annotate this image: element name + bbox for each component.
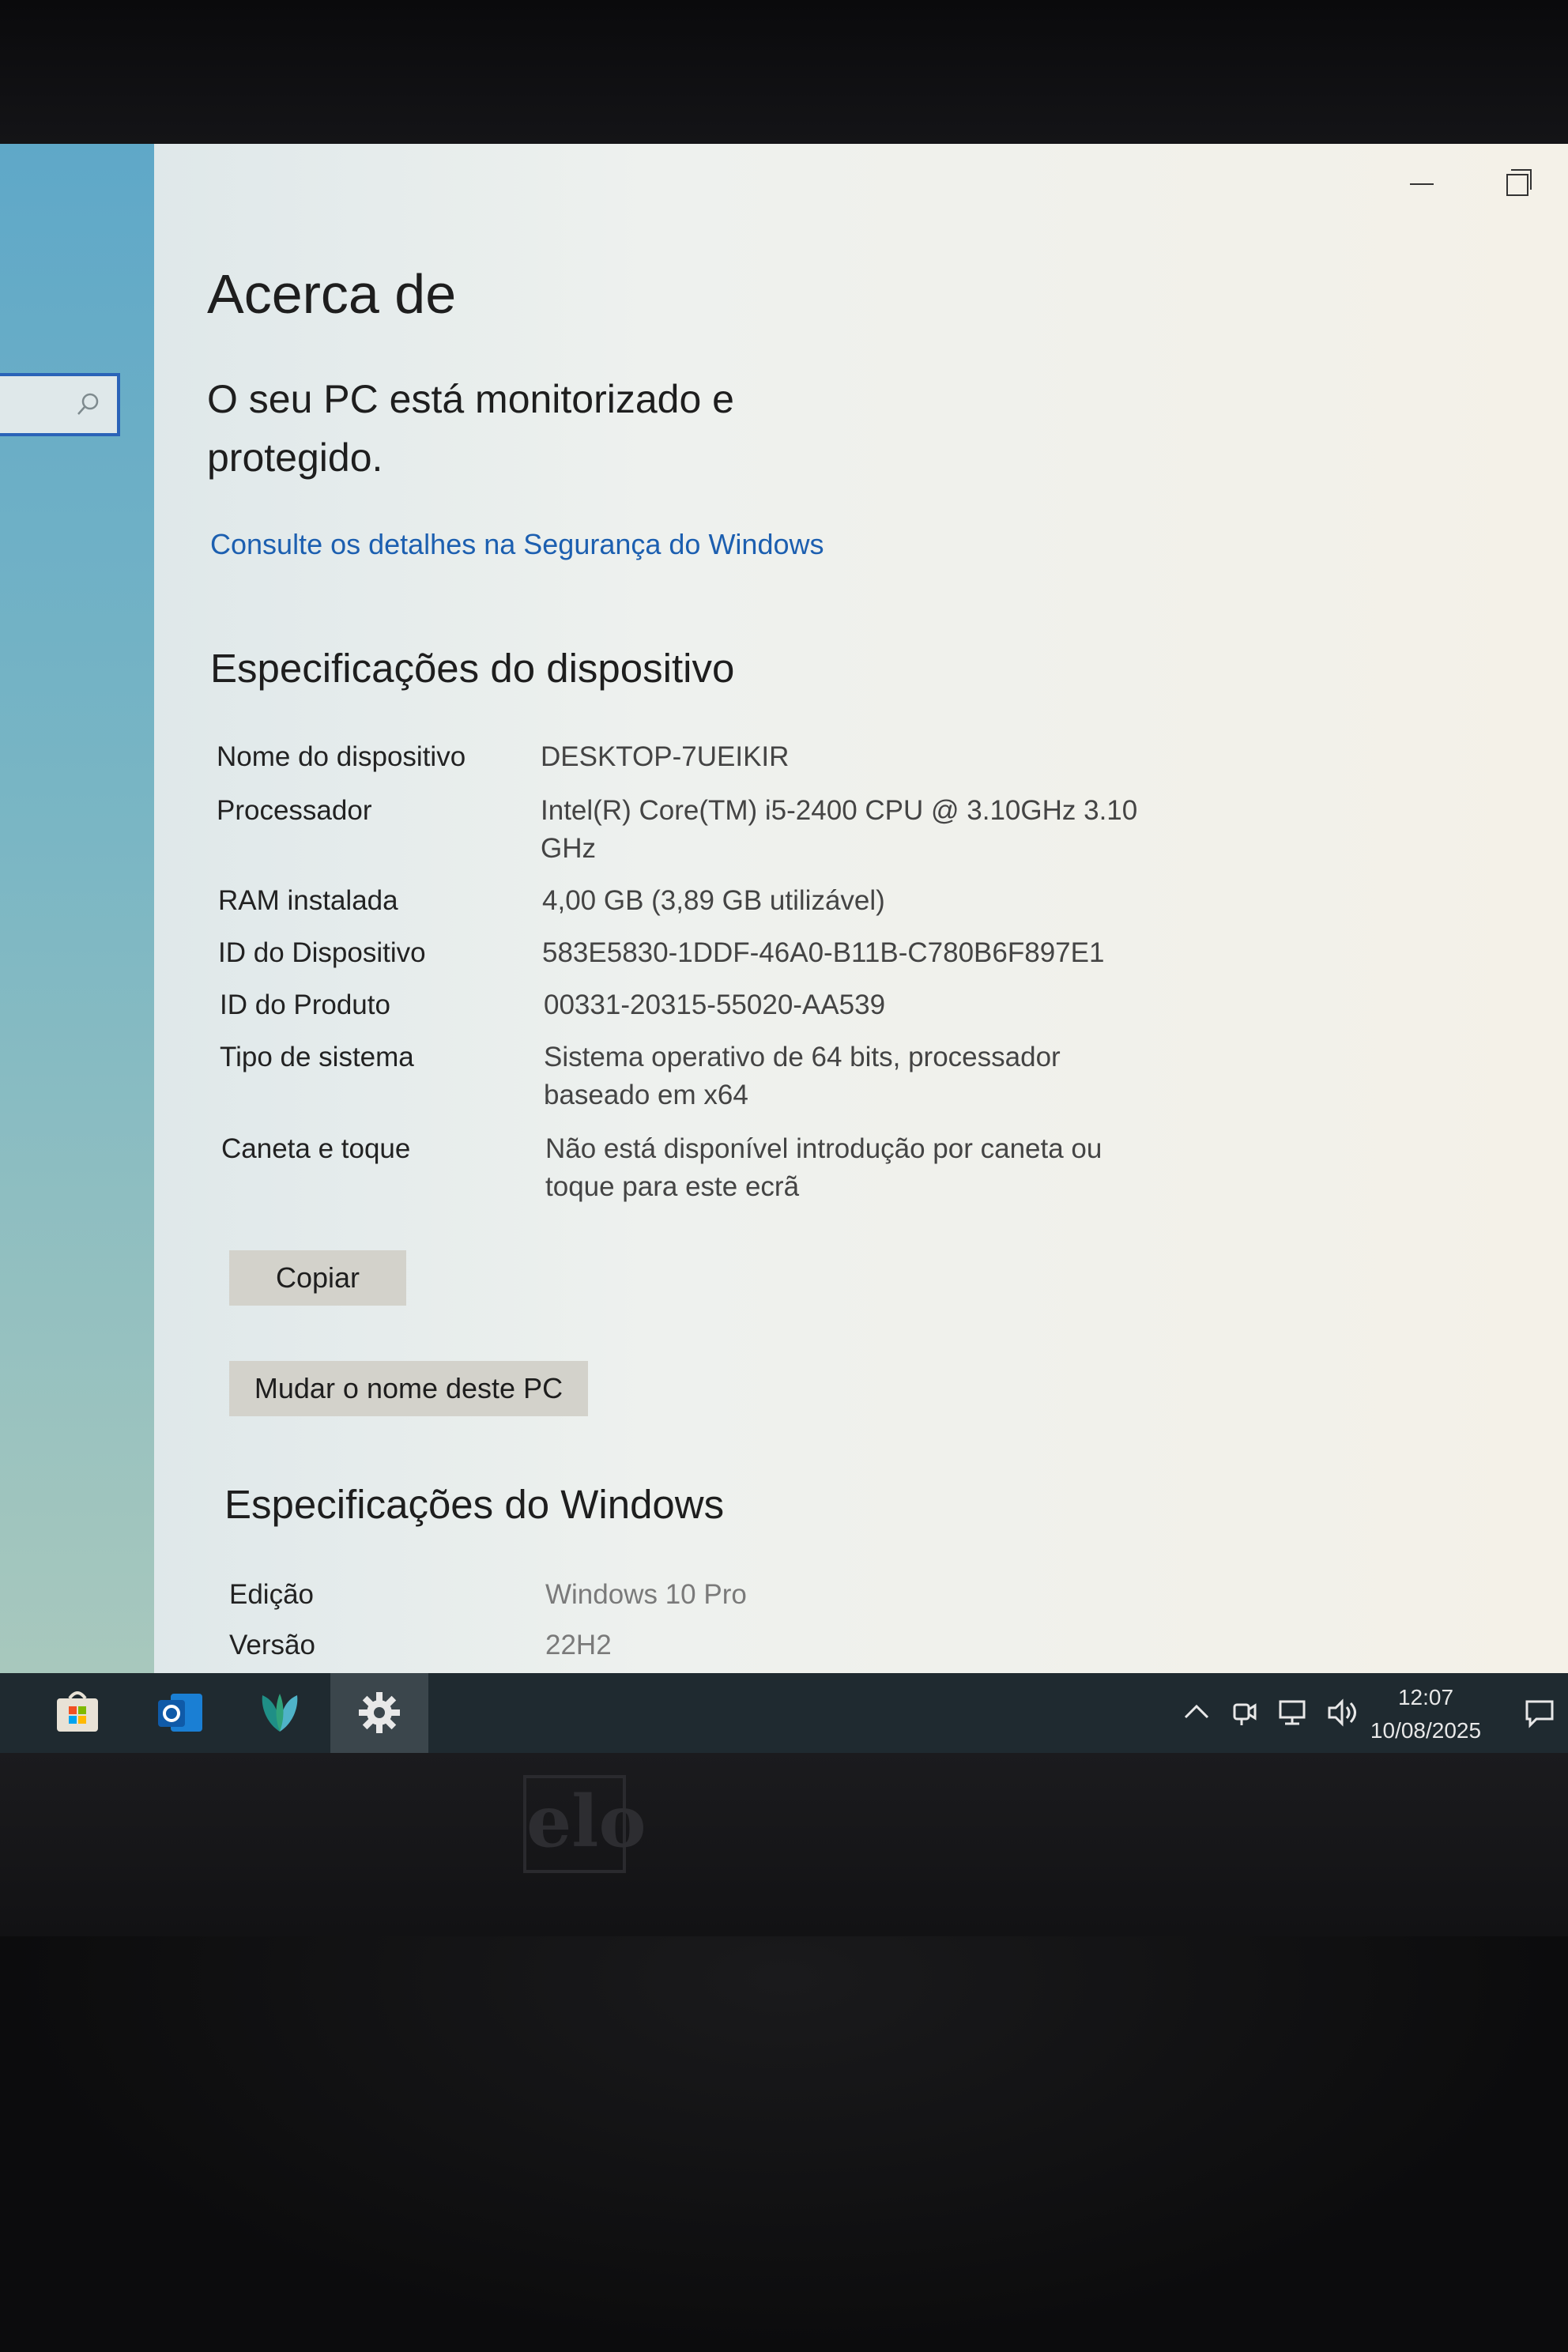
settings-gear-icon[interactable] <box>351 1684 408 1741</box>
protection-status: O seu PC está monitorizado e protegido. <box>207 377 734 480</box>
spec-value: 22H2 <box>545 1630 612 1660</box>
settings-search-input[interactable] <box>0 373 120 436</box>
store-icon[interactable] <box>49 1684 106 1741</box>
restore-button[interactable] <box>1506 168 1532 199</box>
taskbar: 12:07 10/08/2025 <box>0 1673 1568 1753</box>
restore-icon <box>1506 169 1532 196</box>
monitor-brand-logo: elo <box>523 1775 646 1873</box>
rename-pc-button[interactable]: Mudar o nome deste PC <box>229 1361 588 1416</box>
monitor-stand-area <box>0 1936 1568 2352</box>
spec-label: Tipo de sistema <box>220 1042 414 1072</box>
spec-value: Não está disponível introdução por canet… <box>545 1133 1102 1202</box>
meet-now-icon[interactable] <box>1227 1695 1261 1730</box>
screen: Acerca de O seu PC está monitorizado e p… <box>0 144 1568 1753</box>
windows-specs-heading: Especificações do Windows <box>224 1482 725 1527</box>
windows-security-link[interactable]: Consulte os detalhes na Segurança do Win… <box>210 528 824 561</box>
search-icon <box>77 393 99 415</box>
spec-value: 00331-20315-55020-AA539 <box>544 989 886 1020</box>
spec-value: Windows 10 Pro <box>545 1579 747 1610</box>
copy-button[interactable]: Copiar <box>229 1250 406 1306</box>
spec-value: DESKTOP-7UEIKIR <box>541 741 790 772</box>
network-icon[interactable] <box>1276 1695 1310 1730</box>
spec-label: RAM instalada <box>218 885 398 916</box>
monitor-bottom-bezel <box>0 1753 1568 1936</box>
page-title: Acerca de <box>207 263 457 325</box>
action-center-icon[interactable] <box>1522 1695 1557 1730</box>
spec-label: ID do Produto <box>220 989 390 1020</box>
spec-label: Caneta e toque <box>221 1133 411 1164</box>
chevron-up-icon[interactable] <box>1179 1695 1214 1730</box>
spec-label: Edição <box>229 1579 315 1610</box>
clock-time: 12:07 <box>1397 1685 1454 1709</box>
spec-label: Nome do dispositivo <box>217 741 466 772</box>
spec-value: Intel(R) Core(TM) i5-2400 CPU @ 3.10GHz … <box>541 795 1138 864</box>
minimize-icon <box>1410 183 1434 185</box>
spec-value: 4,00 GB (3,89 GB utilizável) <box>542 885 885 916</box>
spec-label: Versão <box>229 1630 315 1660</box>
photo-frame: Acerca de O seu PC está monitorizado e p… <box>0 0 1568 2352</box>
spec-value: Sistema operativo de 64 bits, processado… <box>544 1042 1061 1110</box>
taskbar-clock[interactable]: 12:07 10/08/2025 <box>1355 1681 1497 1747</box>
outlook-icon[interactable] <box>152 1684 209 1741</box>
minimize-button[interactable] <box>1410 168 1434 199</box>
clock-date: 10/08/2025 <box>1370 1718 1482 1743</box>
device-specs-heading: Especificações do dispositivo <box>210 646 735 691</box>
app-leaf-icon[interactable] <box>251 1684 308 1741</box>
spec-value: 583E5830-1DDF-46A0-B11B-C780B6F897E1 <box>542 937 1105 968</box>
spec-label: ID do Dispositivo <box>218 937 426 968</box>
settings-sidebar <box>0 144 178 1673</box>
monitor-top-bezel <box>0 0 1568 144</box>
spec-label: Processador <box>217 795 372 826</box>
